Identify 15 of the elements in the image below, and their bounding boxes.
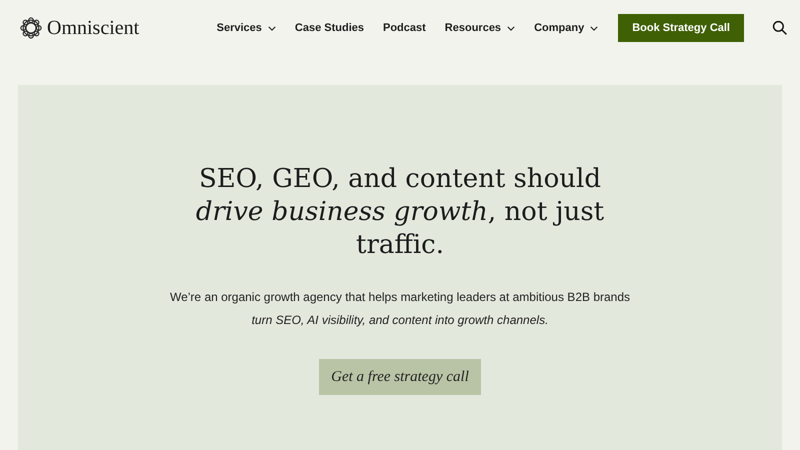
nav-link[interactable]: Case Studies bbox=[294, 22, 364, 34]
hero-subtitle: We’re an organic growth agency that helps marketing leaders at ambitious B2B brands turn SEO, AI visibility, and content into growth channels. bbox=[170, 289, 630, 329]
nav-link[interactable]: Services bbox=[216, 22, 276, 34]
nav-link[interactable]: Podcast bbox=[383, 22, 426, 34]
caret-icon[interactable] bbox=[507, 26, 516, 30]
caret-icon[interactable] bbox=[268, 26, 276, 30]
logo-icon bbox=[20, 17, 42, 39]
search-icon[interactable] bbox=[772, 20, 788, 36]
nav-link[interactable]: Company bbox=[534, 22, 598, 34]
book-call-button[interactable]: Book Strategy Call bbox=[618, 14, 744, 42]
caret-icon[interactable] bbox=[590, 26, 598, 30]
nav-link[interactable]: Resources bbox=[444, 22, 516, 34]
brand-name[interactable]: Omniscient bbox=[47, 16, 140, 40]
strategy-call-button[interactable]: Get a free strategy call bbox=[319, 359, 481, 395]
hero-headline: SEO, GEO, and content should drive business growth, not just traffic. bbox=[196, 163, 604, 262]
